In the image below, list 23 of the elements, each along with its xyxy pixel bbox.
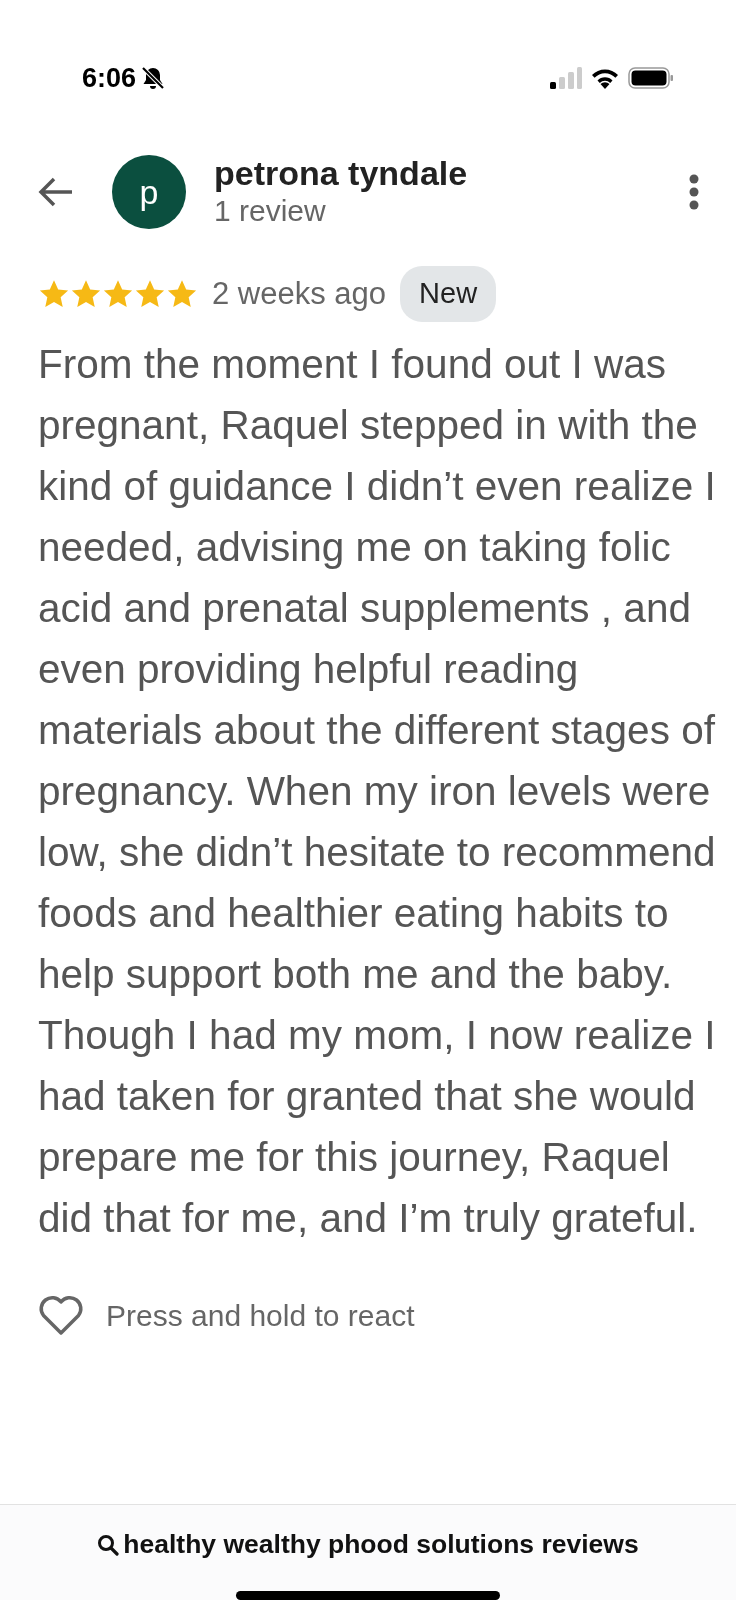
star-icon (102, 278, 134, 309)
review-time: 2 weeks ago (212, 274, 387, 313)
status-time: 6:06 (82, 61, 137, 95)
more-options-icon[interactable] (688, 174, 700, 210)
search-query: healthy wealthy phood solutions reviews (123, 1528, 639, 1561)
back-icon[interactable] (38, 177, 74, 207)
reviewer-name: petrona tyndale (214, 155, 469, 193)
review-count: 1 review (214, 192, 327, 229)
review-text: From the moment I found out I was pregnant, Raquel stepped in with the kind of guidance I didn’t even realize I needed, advising me on taking folic acid and prenatal supplements , and even providing helpful reading materials about the different stages of pregnancy. When my iron levels were low, she didn’t hesitate to recommend foods and healthier eating habits to help support both me and the baby. Though I had my mom, I now realize I had taken for granted that she would prepare me for this journey, Raquel did that for me, and I’m truly grateful. (37, 339, 717, 1243)
wifi-icon (590, 67, 620, 89)
star-icon (166, 278, 198, 309)
heart-icon[interactable] (38, 1294, 84, 1336)
new-badge: New (400, 266, 497, 322)
react-hint: Press and hold to react (106, 1297, 415, 1334)
star-icon (70, 278, 102, 309)
star-icon (38, 278, 70, 309)
battery-icon (628, 67, 674, 89)
search-bar[interactable]: healthy wealthy phood solutions reviews (0, 1504, 736, 1600)
avatar: p (112, 155, 186, 229)
star-icon (134, 278, 166, 309)
home-indicator[interactable] (236, 1590, 500, 1600)
signal-icon (550, 67, 582, 89)
search-icon (97, 1533, 120, 1556)
